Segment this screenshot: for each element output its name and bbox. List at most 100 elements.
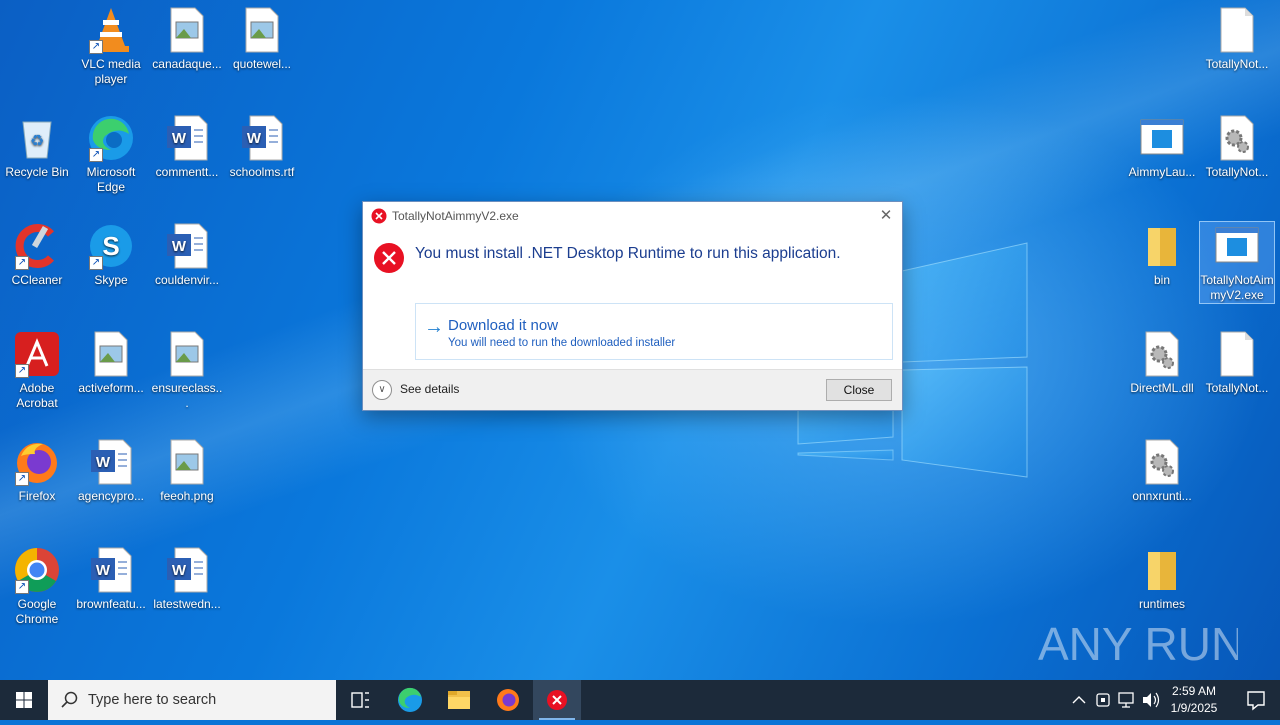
desktop-icon-edge[interactable]: ↗ Microsoft Edge	[74, 114, 148, 195]
desktop-icon-aimmy-launcher[interactable]: AimmyLau...	[1125, 114, 1199, 180]
close-icon[interactable]: ✕	[876, 206, 896, 226]
see-details-toggle[interactable]: See details	[400, 382, 459, 396]
desktop-icon-word-doc[interactable]: W commentt...	[150, 114, 224, 180]
icon-label: Adobe Acrobat	[16, 381, 58, 410]
error-icon	[374, 243, 404, 273]
desktop-icon-adobe-acrobat[interactable]: ↗ Adobe Acrobat	[0, 330, 74, 411]
desktop-icon-image-file[interactable]: activeform...	[74, 330, 148, 396]
taskbar-clock[interactable]: 2:59 AM 1/9/2025	[1160, 683, 1228, 717]
show-hidden-icons[interactable]	[1068, 680, 1090, 720]
desktop-icon-config-file[interactable]: TotallyNot...	[1200, 114, 1274, 180]
desktop-icon-ccleaner[interactable]: ↗ CCleaner	[0, 222, 74, 288]
desktop-icon-image-file[interactable]: ensureclass...	[150, 330, 224, 411]
desktop-icon-word-doc[interactable]: W brownfeatu...	[74, 546, 148, 612]
task-view-button[interactable]	[336, 680, 384, 720]
desktop-icon-blank-file[interactable]: TotallyNot...	[1200, 330, 1274, 396]
desktop: ↗ VLC media player canadaque... quotewel…	[0, 0, 1280, 680]
icon-label: VLC media player	[81, 57, 141, 86]
desktop-icon-image-file[interactable]: feeoh.png	[150, 438, 224, 504]
close-button[interactable]: Close	[826, 379, 892, 401]
icon-label: commentt...	[155, 165, 219, 179]
start-button[interactable]	[0, 680, 48, 720]
volume-icon[interactable]	[1140, 680, 1162, 720]
dialog-titlebar[interactable]: TotallyNotAimmyV2.exe ✕	[363, 202, 902, 230]
taskbar: Type here to search 2:59 AM 1/9/2025	[0, 680, 1280, 720]
svg-text:♻: ♻	[30, 133, 44, 150]
desktop-icon-word-doc[interactable]: W schoolms.rtf	[225, 114, 299, 180]
svg-text:W: W	[96, 454, 111, 471]
svg-text:W: W	[172, 562, 187, 579]
icon-label: DirectML.dll	[1130, 381, 1194, 395]
chrome-icon: ↗	[13, 546, 61, 594]
desktop-icon-word-doc[interactable]: W couldenvir...	[150, 222, 224, 288]
image-file-icon	[238, 6, 286, 54]
network-icon[interactable]	[1116, 680, 1138, 720]
gear-file-icon	[1138, 438, 1186, 486]
icon-label: Google Chrome	[15, 597, 59, 626]
chevron-up-icon	[1072, 696, 1086, 704]
download-sub-label: You will need to run the downloaded inst…	[448, 337, 676, 349]
vlc-cone-icon: ↗	[87, 6, 135, 54]
search-icon	[61, 691, 78, 708]
word-document-icon: W	[163, 546, 211, 594]
download-command-link[interactable]: → Download it now You will need to run t…	[415, 303, 893, 360]
shortcut-arrow-icon: ↗	[89, 40, 103, 54]
desktop-icon-totallynotaimmyv2-exe[interactable]: TotallyNotAimmyV2.exe	[1199, 221, 1275, 304]
icon-label: bin	[1153, 273, 1170, 287]
skype-icon: S ↗	[87, 222, 135, 270]
notification-icon	[1247, 691, 1265, 711]
taskbar-search-box[interactable]: Type here to search	[48, 680, 336, 720]
desktop-icon-vlc[interactable]: ↗ VLC media player	[74, 6, 148, 87]
watermark-text: ANY RUN	[1038, 618, 1238, 670]
folder-icon	[1138, 222, 1186, 270]
desktop-icon-image-file[interactable]: canadaque...	[150, 6, 224, 72]
icon-label: quotewel...	[232, 57, 292, 71]
desktop-icon-chrome[interactable]: ↗ Google Chrome	[0, 546, 74, 627]
word-document-icon: W	[87, 438, 135, 486]
application-window-icon	[1138, 114, 1186, 162]
desktop-icon-image-file[interactable]: quotewel...	[225, 6, 299, 72]
svg-text:S: S	[102, 231, 119, 261]
shortcut-arrow-icon: ↗	[15, 580, 29, 594]
dialog-message: You must install .NET Desktop Runtime to…	[415, 245, 841, 262]
taskbar-edge[interactable]	[386, 680, 434, 720]
desktop-icon-word-doc[interactable]: W agencypro...	[74, 438, 148, 504]
svg-text:W: W	[247, 130, 262, 147]
icon-label: Recycle Bin	[5, 165, 69, 179]
taskbar-file-explorer[interactable]	[435, 680, 483, 720]
desktop-icon-folder-runtimes[interactable]: runtimes	[1125, 546, 1199, 612]
icon-label: Microsoft Edge	[86, 165, 136, 194]
word-document-icon: W	[163, 222, 211, 270]
action-center-button[interactable]	[1232, 680, 1280, 720]
icon-label: couldenvir...	[154, 273, 220, 287]
network-icon-glyph	[1118, 692, 1134, 708]
folder-icon	[1138, 546, 1186, 594]
taskbar-firefox[interactable]	[484, 680, 532, 720]
chevron-down-icon[interactable]: ∨	[372, 380, 392, 400]
desktop-icon-blank-file[interactable]: TotallyNot...	[1200, 6, 1274, 72]
desktop-icon-skype[interactable]: S ↗ Skype	[74, 222, 148, 288]
desktop-icon-folder-bin[interactable]: bin	[1125, 222, 1199, 288]
desktop-icon-firefox[interactable]: ↗ Firefox	[0, 438, 74, 504]
word-document-icon: W	[238, 114, 286, 162]
desktop-icon-word-doc[interactable]: W latestwedn...	[150, 546, 224, 612]
download-main-label: Download it now	[448, 317, 559, 334]
shortcut-arrow-icon: ↗	[15, 472, 29, 486]
error-icon	[547, 690, 567, 710]
icon-label: activeform...	[78, 381, 144, 395]
word-document-icon: W	[87, 546, 135, 594]
desktop-icon-recycle-bin[interactable]: ♻ Recycle Bin	[0, 114, 74, 180]
desktop-icon-onnxruntime[interactable]: onnxrunti...	[1125, 438, 1199, 504]
gear-file-icon	[1138, 330, 1186, 378]
desktop-icon-directml-dll[interactable]: DirectML.dll	[1125, 330, 1199, 396]
image-file-icon	[87, 330, 135, 378]
icon-label: ensureclass...	[151, 381, 223, 410]
svg-text:W: W	[96, 562, 111, 579]
clock-time: 2:59 AM	[1171, 684, 1217, 698]
tray-device-icon[interactable]	[1092, 680, 1114, 720]
word-document-icon: W	[163, 114, 211, 162]
gear-file-icon	[1213, 114, 1261, 162]
taskbar-error-app[interactable]	[533, 680, 581, 720]
edge-browser-icon: ↗	[87, 114, 135, 162]
application-window-icon	[1213, 222, 1261, 270]
